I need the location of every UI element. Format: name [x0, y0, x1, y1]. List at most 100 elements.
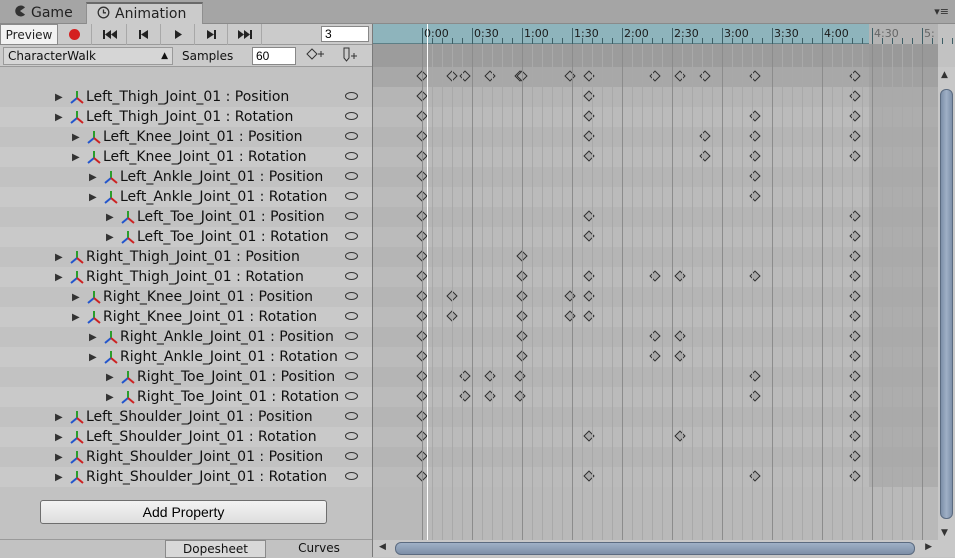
keyframe-grid[interactable] [373, 87, 938, 487]
summary-keyframe-diamond[interactable] [446, 70, 458, 82]
keyframe-diamond[interactable] [416, 150, 428, 162]
play-button[interactable] [161, 24, 195, 45]
keyframe-diamond[interactable] [849, 450, 861, 462]
keyframe-diamond[interactable] [849, 250, 861, 262]
expand-arrow-icon[interactable]: ▶ [55, 252, 69, 263]
keyframe-diamond[interactable] [749, 170, 761, 182]
summary-keyframe-row[interactable] [373, 67, 938, 87]
keyframe-diamond[interactable] [459, 370, 471, 382]
keyframe-diamond[interactable] [582, 110, 595, 122]
expand-arrow-icon[interactable]: ▶ [89, 192, 103, 203]
keyframe-diamond[interactable] [416, 170, 428, 182]
property-options-icon[interactable] [345, 472, 358, 480]
vertical-scroll-thumb[interactable] [940, 89, 953, 519]
keyframe-diamond[interactable] [516, 330, 528, 342]
keyframe-diamond[interactable] [416, 390, 428, 402]
expand-arrow-icon[interactable]: ▶ [72, 152, 86, 163]
property-row[interactable]: ▶ Left_Thigh_Joint_01 : Rotation [0, 107, 372, 127]
keyframe-diamond[interactable] [516, 350, 528, 362]
expand-arrow-icon[interactable]: ▶ [106, 212, 120, 223]
keyframe-diamond[interactable] [516, 310, 528, 322]
keyframe-diamond[interactable] [446, 310, 458, 322]
keyframe-row[interactable] [373, 407, 938, 427]
keyframe-diamond[interactable] [416, 450, 428, 462]
keyframe-diamond[interactable] [849, 210, 861, 222]
keyframe-diamond[interactable] [514, 370, 526, 382]
keyframe-diamond[interactable] [459, 390, 471, 402]
keyframe-diamond[interactable] [416, 330, 428, 342]
keyframe-row[interactable] [373, 127, 938, 147]
keyframe-diamond[interactable] [582, 150, 595, 162]
keyframe-row[interactable] [373, 447, 938, 467]
keyframe-diamond[interactable] [416, 210, 428, 222]
expand-arrow-icon[interactable]: ▶ [106, 392, 120, 403]
property-row[interactable]: ▶ Left_Shoulder_Joint_01 : Position [0, 407, 372, 427]
playhead-line[interactable] [427, 24, 428, 540]
keyframe-diamond[interactable] [849, 270, 861, 282]
keyframe-row[interactable] [373, 467, 938, 487]
horizontal-scrollbar[interactable]: ◀ ▶ [373, 540, 938, 557]
property-row[interactable]: ▶ Left_Shoulder_Joint_01 : Rotation [0, 427, 372, 447]
property-options-icon[interactable] [345, 212, 358, 220]
property-options-icon[interactable] [345, 372, 358, 380]
property-options-icon[interactable] [345, 92, 358, 100]
record-button[interactable] [58, 24, 92, 45]
keyframe-diamond[interactable] [514, 390, 526, 402]
keyframe-row[interactable] [373, 267, 938, 287]
keyframe-diamond[interactable] [564, 310, 576, 322]
property-row[interactable]: ▶ Left_Toe_Joint_01 : Position [0, 207, 372, 227]
property-row[interactable]: ▶ Right_Knee_Joint_01 : Rotation [0, 307, 372, 327]
keyframe-diamond[interactable] [649, 270, 661, 282]
keyframe-row[interactable] [373, 147, 938, 167]
expand-arrow-icon[interactable]: ▶ [55, 412, 69, 423]
expand-arrow-icon[interactable]: ▶ [89, 172, 103, 183]
property-row[interactable]: ▶ Right_Ankle_Joint_01 : Position [0, 327, 372, 347]
expand-arrow-icon[interactable]: ▶ [89, 332, 103, 343]
keyframe-diamond[interactable] [649, 350, 661, 362]
keyframe-diamond[interactable] [849, 350, 861, 362]
keyframe-diamond[interactable] [849, 290, 861, 302]
summary-keyframe-diamond[interactable] [459, 70, 471, 82]
keyframe-diamond[interactable] [416, 190, 428, 202]
keyframe-diamond[interactable] [516, 270, 528, 282]
expand-arrow-icon[interactable]: ▶ [55, 92, 69, 103]
time-ruler[interactable]: 0:00 0:30 1:00 1:30 2:00 2:30 3:00 3:30 4:00 4:30… [373, 24, 953, 44]
scroll-right-icon[interactable]: ▶ [925, 542, 932, 552]
summary-keyframe-diamond[interactable] [649, 70, 661, 82]
expand-arrow-icon[interactable]: ▶ [55, 272, 69, 283]
keyframe-row[interactable] [373, 367, 938, 387]
keyframe-row[interactable] [373, 207, 938, 227]
tab-game[interactable]: Game [4, 2, 86, 24]
property-row[interactable]: ▶ Left_Ankle_Joint_01 : Position [0, 167, 372, 187]
property-row[interactable]: ▶ Right_Thigh_Joint_01 : Rotation [0, 267, 372, 287]
keyframe-diamond[interactable] [582, 430, 595, 442]
keyframe-diamond[interactable] [849, 150, 861, 162]
keyframe-diamond[interactable] [582, 310, 595, 322]
keyframe-diamond[interactable] [749, 110, 761, 122]
property-options-icon[interactable] [345, 252, 358, 260]
keyframe-diamond[interactable] [416, 110, 428, 122]
keyframe-diamond[interactable] [849, 130, 861, 142]
property-row[interactable]: ▶ Left_Thigh_Joint_01 : Position [0, 87, 372, 107]
expand-arrow-icon[interactable]: ▶ [106, 232, 120, 243]
property-options-icon[interactable] [345, 192, 358, 200]
property-row[interactable]: ▶ Right_Thigh_Joint_01 : Position [0, 247, 372, 267]
keyframe-diamond[interactable] [582, 290, 595, 302]
keyframe-diamond[interactable] [749, 190, 761, 202]
keyframe-diamond[interactable] [582, 90, 595, 102]
property-row[interactable]: ▶ Right_Shoulder_Joint_01 : Rotation [0, 467, 372, 487]
preview-toggle[interactable]: Preview [0, 24, 58, 45]
add-keyframe-button[interactable] [302, 47, 330, 65]
summary-keyframe-diamond[interactable] [484, 70, 496, 82]
keyframe-diamond[interactable] [674, 270, 686, 282]
keyframe-diamond[interactable] [416, 470, 428, 482]
keyframe-diamond[interactable] [416, 410, 428, 422]
keyframe-diamond[interactable] [749, 370, 761, 382]
expand-arrow-icon[interactable]: ▶ [72, 312, 86, 323]
keyframe-diamond[interactable] [416, 310, 428, 322]
keyframe-row[interactable] [373, 307, 938, 327]
keyframe-diamond[interactable] [749, 470, 761, 482]
keyframe-row[interactable] [373, 427, 938, 447]
property-row[interactable]: ▶ Left_Ankle_Joint_01 : Rotation [0, 187, 372, 207]
keyframe-diamond[interactable] [849, 390, 861, 402]
